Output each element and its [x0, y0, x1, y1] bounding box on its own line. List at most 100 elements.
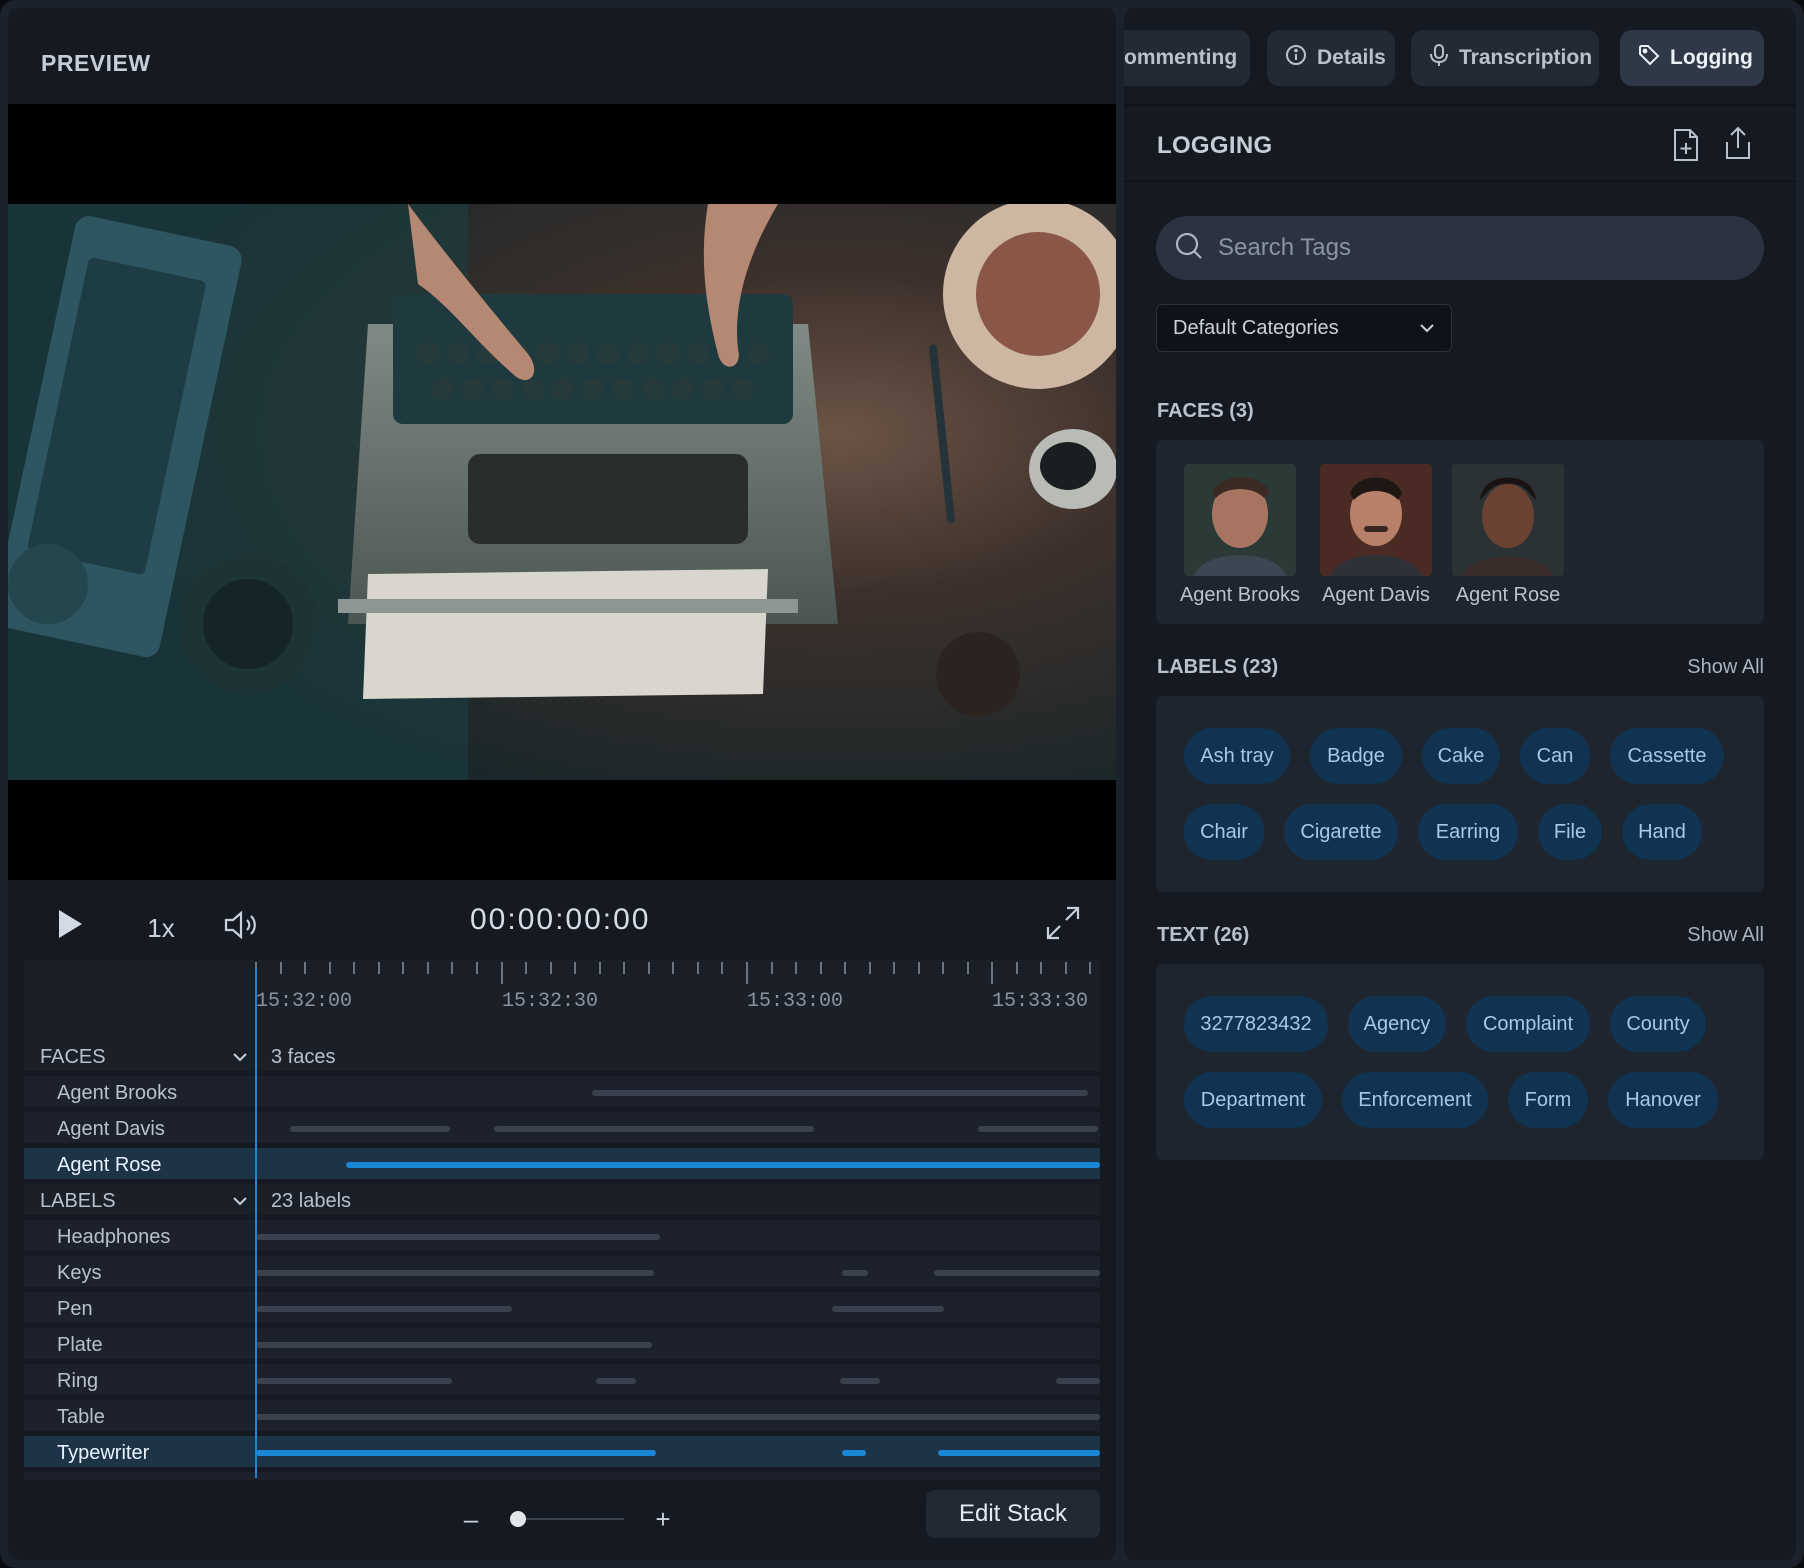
labels-show-all-link[interactable]: Show All — [1687, 656, 1764, 679]
label-chip[interactable]: Cassette — [1610, 728, 1724, 784]
label-chip[interactable]: Chair — [1184, 804, 1264, 860]
label-chip[interactable]: Earring — [1418, 804, 1518, 860]
track-segment[interactable] — [256, 1450, 656, 1456]
track-segment[interactable] — [1056, 1378, 1100, 1384]
text-chip[interactable]: Form — [1508, 1072, 1588, 1128]
track-label: Typewriter — [57, 1442, 150, 1464]
label-chip[interactable]: Cigarette — [1284, 804, 1398, 860]
track-segment[interactable] — [934, 1270, 1100, 1276]
edit-stack-button[interactable]: Edit Stack — [926, 1490, 1100, 1538]
track-segment[interactable] — [290, 1126, 450, 1132]
category-select[interactable]: Default Categories — [1156, 304, 1452, 352]
info-icon — [1285, 44, 1307, 72]
track-group-faces[interactable]: FACES 3 faces — [24, 1040, 1100, 1073]
track-segment[interactable] — [840, 1378, 880, 1384]
track-segment[interactable] — [842, 1270, 868, 1276]
chevron-down-icon[interactable] — [232, 1194, 248, 1212]
timeline[interactable]: 15:32:00 15:32:30 15:33:00 15:33:30 FACE… — [24, 960, 1100, 1480]
group-label: FACES — [40, 1046, 106, 1068]
zoom-out-button[interactable]: – — [456, 1504, 486, 1534]
track-segment[interactable] — [832, 1306, 944, 1312]
track-row-ring[interactable]: Ring — [24, 1364, 1100, 1397]
track-row-keys[interactable]: Keys — [24, 1256, 1100, 1289]
search-tags-field[interactable] — [1156, 216, 1764, 280]
face-name: Agent Davis — [1322, 584, 1430, 606]
track-segment[interactable] — [256, 1414, 1100, 1420]
track-row-agent-davis[interactable]: Agent Davis — [24, 1112, 1100, 1145]
label-chip[interactable]: Cake — [1422, 728, 1500, 784]
track-segment[interactable] — [256, 1270, 654, 1276]
face-card[interactable]: Agent Brooks — [1180, 464, 1300, 607]
tab-commenting[interactable]: ommenting — [1124, 30, 1250, 86]
fullscreen-button[interactable] — [1042, 904, 1084, 946]
timecode-display: 00:00:00:00 — [470, 903, 651, 936]
label-chip[interactable]: File — [1538, 804, 1602, 860]
track-row-headphones[interactable]: Headphones — [24, 1220, 1100, 1253]
ruler-label: 15:32:00 — [256, 990, 353, 1013]
chevron-down-icon[interactable] — [232, 1050, 248, 1068]
playback-speed-button[interactable]: 1x — [134, 908, 188, 948]
add-file-button[interactable] — [1672, 128, 1702, 162]
track-segment[interactable] — [346, 1162, 1100, 1168]
track-segment[interactable] — [938, 1450, 1100, 1456]
text-chip[interactable]: Enforcement — [1342, 1072, 1488, 1128]
track-segment[interactable] — [256, 1378, 452, 1384]
share-icon — [1724, 126, 1752, 164]
track-row-partial[interactable]: Ti — [24, 1472, 1100, 1480]
tab-logging[interactable]: Logging — [1620, 30, 1764, 86]
track-row-agent-brooks[interactable]: Agent Brooks — [24, 1076, 1100, 1109]
tab-details[interactable]: Details — [1267, 30, 1395, 86]
face-card[interactable]: Agent Davis — [1320, 464, 1432, 607]
face-card[interactable]: Agent Rose — [1452, 464, 1564, 607]
text-box: 3277823432 Agency Complaint County Depar… — [1156, 964, 1764, 1160]
track-label: Headphones — [57, 1226, 171, 1248]
label-chip[interactable]: Hand — [1622, 804, 1702, 860]
text-chip[interactable]: Department — [1184, 1072, 1322, 1128]
play-button[interactable] — [48, 904, 92, 948]
text-show-all-link[interactable]: Show All — [1687, 924, 1764, 947]
zoom-slider-handle[interactable] — [510, 1511, 526, 1527]
search-tags-input[interactable] — [1218, 234, 1718, 262]
track-group-labels[interactable]: LABELS 23 labels — [24, 1184, 1100, 1217]
tab-transcription[interactable]: Transcription — [1411, 30, 1599, 86]
track-row-typewriter[interactable]: Typewriter — [24, 1436, 1100, 1469]
video-still-image — [8, 204, 1116, 780]
track-segment[interactable] — [256, 1306, 512, 1312]
export-button[interactable] — [1724, 126, 1754, 162]
track-label: Keys — [57, 1262, 102, 1284]
track-label: Ring — [57, 1370, 99, 1392]
track-row-agent-rose[interactable]: Agent Rose — [24, 1148, 1100, 1181]
track-label: Plate — [57, 1334, 103, 1356]
track-segment[interactable] — [842, 1450, 866, 1456]
track-segment[interactable] — [494, 1126, 814, 1132]
text-chip[interactable]: 3277823432 — [1184, 996, 1328, 1052]
chevron-down-icon — [1419, 317, 1435, 340]
labels-section-title: LABELS (23) — [1157, 656, 1279, 678]
text-chip[interactable]: Agency — [1348, 996, 1446, 1052]
group-label: LABELS — [40, 1190, 116, 1212]
zoom-slider-track[interactable] — [516, 1518, 624, 1520]
playhead[interactable] — [255, 968, 257, 1478]
label-chip[interactable]: Badge — [1310, 728, 1402, 784]
track-row-table[interactable]: Table — [24, 1400, 1100, 1433]
track-segment[interactable] — [592, 1090, 1088, 1096]
track-segment[interactable] — [256, 1342, 652, 1348]
text-chip[interactable]: Complaint — [1466, 996, 1590, 1052]
face-thumbnail — [1320, 464, 1432, 576]
track-row-pen[interactable]: Pen — [24, 1292, 1100, 1325]
microphone-icon — [1429, 43, 1449, 73]
group-summary: 3 faces — [271, 1046, 336, 1068]
volume-button[interactable] — [220, 906, 264, 948]
track-row-plate[interactable]: Plate — [24, 1328, 1100, 1361]
track-segment[interactable] — [596, 1378, 636, 1384]
text-chip[interactable]: County — [1610, 996, 1706, 1052]
timeline-ruler[interactable]: 15:32:00 15:32:30 15:33:00 15:33:30 — [24, 960, 1100, 1040]
zoom-in-button[interactable]: + — [648, 1504, 678, 1534]
video-player[interactable] — [8, 104, 1116, 880]
label-chip[interactable]: Ash tray — [1184, 728, 1290, 784]
label-chip[interactable]: Can — [1520, 728, 1590, 784]
track-label: Table — [57, 1406, 105, 1428]
track-segment[interactable] — [256, 1234, 660, 1240]
track-segment[interactable] — [978, 1126, 1098, 1132]
text-chip[interactable]: Hanover — [1608, 1072, 1718, 1128]
